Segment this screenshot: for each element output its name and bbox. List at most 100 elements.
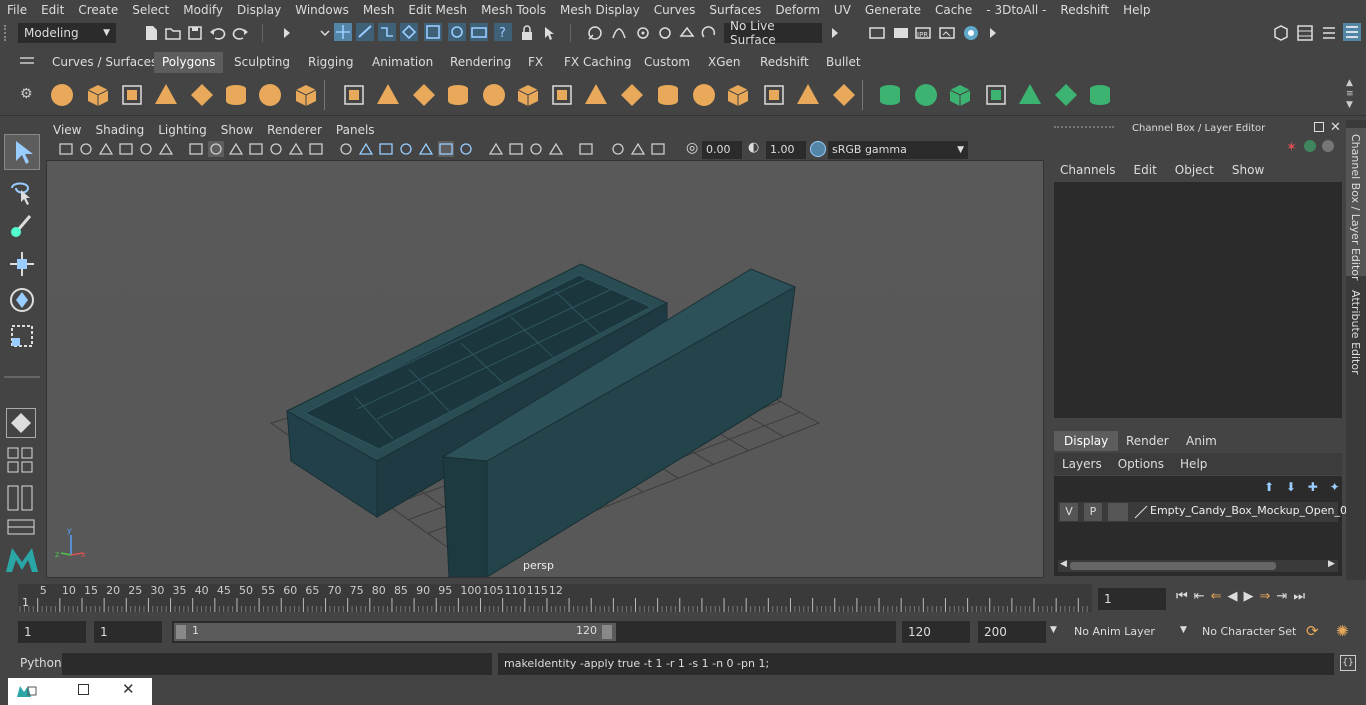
snap-grid-icon[interactable] bbox=[586, 24, 604, 42]
shelf-bridge-icon[interactable] bbox=[582, 81, 610, 109]
channel-icon-green[interactable] bbox=[1304, 140, 1316, 152]
viewport-textured-icon[interactable] bbox=[248, 141, 264, 157]
viewport-menu-lighting[interactable]: Lighting bbox=[151, 123, 214, 137]
save-scene-icon[interactable] bbox=[186, 24, 204, 42]
viewport-hud-icon[interactable] bbox=[548, 141, 564, 157]
shelf-diamond-icon[interactable] bbox=[188, 81, 216, 109]
paint-select-tool[interactable] bbox=[6, 212, 38, 244]
shelf-offset-loop-icon[interactable] bbox=[760, 81, 788, 109]
shelf-connect-icon[interactable] bbox=[876, 81, 904, 109]
channel-icon-red[interactable]: ✶ bbox=[1286, 140, 1297, 155]
scrollbar-thumb[interactable] bbox=[1070, 562, 1276, 570]
shelf-uv-layout-icon[interactable] bbox=[1052, 81, 1080, 109]
range-end-grip[interactable] bbox=[602, 625, 612, 639]
close-icon[interactable]: ✕ bbox=[122, 680, 135, 698]
menu-display[interactable]: Display bbox=[230, 0, 288, 20]
shelf-tab-animation[interactable]: Animation bbox=[364, 52, 441, 73]
select-vertex-icon[interactable] bbox=[400, 23, 418, 41]
go-to-end-icon[interactable]: ⏭ bbox=[1293, 589, 1305, 604]
select-component-icon[interactable] bbox=[378, 23, 396, 41]
shelf-uv-editor-icon[interactable] bbox=[982, 81, 1010, 109]
select-hierarchy-icon[interactable] bbox=[334, 23, 352, 41]
snap-curve-icon[interactable] bbox=[610, 24, 628, 42]
channel-menu-channels[interactable]: Channels bbox=[1054, 161, 1128, 179]
shelf-tab-sculpting[interactable]: Sculpting bbox=[226, 52, 298, 73]
end-time-field[interactable]: 200 bbox=[978, 621, 1046, 643]
grip-handle[interactable] bbox=[1054, 126, 1114, 132]
shelf-tab-custom[interactable]: Custom bbox=[636, 52, 698, 73]
color-space-selector[interactable]: sRGB gamma ▼ bbox=[828, 141, 968, 159]
open-scene-icon[interactable] bbox=[164, 24, 182, 42]
shelf-target-weld-icon[interactable] bbox=[830, 81, 858, 109]
select-face-icon[interactable] bbox=[448, 23, 466, 41]
viewport-menu-shading[interactable]: Shading bbox=[88, 123, 151, 137]
tab-display[interactable]: Display bbox=[1054, 431, 1119, 451]
viewport-camera-icon[interactable] bbox=[58, 141, 74, 157]
play-backward-icon[interactable]: ◀ bbox=[1228, 589, 1238, 604]
shelf-smooth-icon[interactable] bbox=[444, 81, 472, 109]
shelf-uv-auto-icon[interactable] bbox=[946, 81, 974, 109]
menu-3dtoall[interactable]: - 3DtoAll - bbox=[979, 0, 1053, 20]
channel-menu-edit[interactable]: Edit bbox=[1128, 161, 1169, 179]
ipr-render-icon[interactable]: IPR bbox=[914, 24, 932, 42]
layer-scrollbar[interactable]: ◀ ▶ bbox=[1058, 559, 1338, 572]
tab-anim[interactable]: Anim bbox=[1176, 431, 1227, 451]
viewport-menu-renderer[interactable]: Renderer bbox=[260, 123, 329, 137]
shelf-split-icon[interactable] bbox=[690, 81, 718, 109]
viewport-camera-attr-icon[interactable] bbox=[78, 141, 94, 157]
step-forward-frame-icon[interactable]: ⇒ bbox=[1260, 589, 1271, 604]
viewport-motion-blur-icon[interactable] bbox=[650, 141, 666, 157]
shelf-sphere-icon[interactable] bbox=[48, 81, 76, 109]
lock-icon[interactable] bbox=[518, 24, 536, 42]
shelf-tab-bullet[interactable]: Bullet bbox=[818, 52, 869, 73]
layout-single-icon[interactable] bbox=[6, 446, 36, 476]
current-frame-field[interactable]: 1 bbox=[1098, 588, 1166, 610]
viewport-bookmark-icon[interactable] bbox=[98, 141, 114, 157]
select-uv-icon[interactable] bbox=[470, 23, 488, 41]
viewport-safe-action-icon[interactable] bbox=[508, 141, 524, 157]
range-slider[interactable]: 1 120 bbox=[172, 621, 896, 643]
shelf-tab-rigging[interactable]: Rigging bbox=[300, 52, 361, 73]
chevron-down-icon[interactable]: ▼ bbox=[1180, 625, 1187, 635]
range-slider-handle[interactable]: 1 120 bbox=[174, 623, 616, 641]
menu-file[interactable]: File bbox=[0, 0, 34, 20]
viewport-image-plane-icon[interactable] bbox=[118, 141, 134, 157]
shelf-extract-icon[interactable] bbox=[410, 81, 438, 109]
viewport-film-gate-icon[interactable] bbox=[458, 141, 474, 157]
shelf-cylinder-icon[interactable] bbox=[118, 81, 146, 109]
start-time-field[interactable]: 1 bbox=[18, 621, 86, 643]
shelf-combine-icon[interactable] bbox=[340, 81, 368, 109]
menu-curves[interactable]: Curves bbox=[647, 0, 703, 20]
select-object-icon[interactable] bbox=[356, 23, 374, 41]
viewport-menu-show[interactable]: Show bbox=[214, 123, 260, 137]
step-back-key-icon[interactable]: ⇤ bbox=[1194, 589, 1205, 604]
channel-menu-show[interactable]: Show bbox=[1226, 161, 1276, 179]
viewport-grease-pencil-icon[interactable] bbox=[188, 141, 204, 157]
shelf-tab-polygons[interactable]: Polygons bbox=[154, 52, 224, 73]
shelf-pipe-icon[interactable] bbox=[292, 81, 320, 109]
layer-name[interactable]: Empty_Candy_Box_Mockup_Open_00 bbox=[1150, 504, 1354, 517]
viewport-wireframe-icon[interactable] bbox=[208, 141, 224, 157]
exposure-field[interactable]: 0.00 bbox=[702, 141, 742, 159]
scroll-right-icon[interactable]: ▶ bbox=[1328, 559, 1335, 569]
menu-modify[interactable]: Modify bbox=[176, 0, 230, 20]
menu-mesh[interactable]: Mesh bbox=[356, 0, 402, 20]
live-surface-field[interactable]: No Live Surface bbox=[724, 19, 822, 47]
render-view-icon[interactable] bbox=[938, 24, 956, 42]
shelf-tab-xgen[interactable]: XGen bbox=[700, 52, 749, 73]
tab-render[interactable]: Render bbox=[1116, 431, 1179, 451]
shelf-cone-icon[interactable] bbox=[152, 81, 180, 109]
character-set-selector[interactable]: No Character Set bbox=[1196, 621, 1300, 643]
expand-arrow-icon[interactable] bbox=[278, 24, 296, 42]
menu-windows[interactable]: Windows bbox=[288, 0, 356, 20]
menu-help[interactable]: Help bbox=[1116, 0, 1157, 20]
help-selection-icon[interactable]: ? bbox=[494, 23, 512, 41]
shelf-pyramid-icon[interactable] bbox=[256, 81, 284, 109]
shelf-uv-planar-icon[interactable] bbox=[912, 81, 940, 109]
viewport-lighting-icon[interactable] bbox=[268, 141, 284, 157]
tab-channel-box[interactable]: Channel Box / Layer Editor bbox=[1346, 128, 1366, 281]
viewport-backface-icon[interactable] bbox=[398, 141, 414, 157]
shelf-cube-icon[interactable] bbox=[84, 81, 112, 109]
auto-key-icon[interactable]: ⟳ bbox=[1306, 622, 1319, 640]
scroll-left-icon[interactable]: ◀ bbox=[1060, 559, 1067, 569]
